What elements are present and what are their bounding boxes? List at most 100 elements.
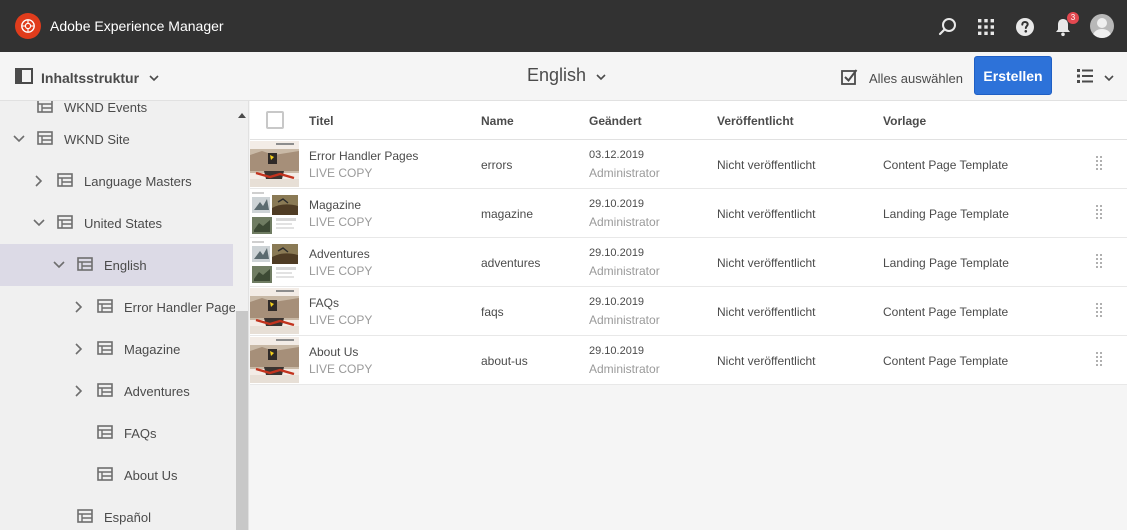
column-header-modified[interactable]: Geändert (589, 114, 642, 128)
chevron-right-icon[interactable] (72, 342, 86, 356)
tree-item-language-masters[interactable]: Language Masters (0, 160, 233, 202)
rail-scrollbar[interactable] (235, 101, 248, 530)
tree-item-español[interactable]: Español (0, 496, 233, 530)
page-thumbnail[interactable] (250, 141, 299, 187)
page-thumbnail[interactable] (250, 190, 299, 236)
row-modified-date: 29.10.2019 (589, 198, 645, 210)
row-modified-by: Administrator (589, 166, 660, 180)
list-view-icon (1076, 68, 1094, 87)
drag-handle-icon[interactable] (1096, 156, 1102, 172)
row-modified-by: Administrator (589, 264, 660, 278)
row-title: About Us (309, 345, 359, 359)
apps-grid-icon[interactable] (975, 16, 997, 38)
action-bar: Inhaltsstruktur English Alles auswählen … (0, 52, 1127, 101)
column-header-published[interactable]: Veröffentlicht (717, 114, 794, 128)
page-thumbnail[interactable] (250, 239, 299, 285)
content-tree-rail: WKND Events WKND Site Language Masters Unit… (0, 101, 249, 530)
page-icon (97, 424, 113, 442)
row-modified-date: 29.10.2019 (589, 345, 645, 357)
app-title[interactable]: Adobe Experience Manager (50, 18, 224, 34)
chevron-right-icon[interactable] (72, 384, 86, 398)
tree-item-error-handler-pages[interactable]: Error Handler Pages (0, 286, 243, 328)
row-modified-date: 29.10.2019 (589, 247, 645, 259)
row-modified-by: Administrator (589, 313, 660, 327)
avatar[interactable] (1090, 14, 1114, 38)
bell-icon[interactable]: 3 (1052, 12, 1079, 38)
table-row[interactable]: About Us LIVE COPY about-us 29.10.2019 Admin… (250, 336, 1127, 385)
page-icon (57, 214, 73, 232)
drag-handle-icon[interactable] (1096, 254, 1102, 270)
scrollbar-thumb[interactable] (236, 311, 248, 530)
row-modified-by: Administrator (589, 215, 660, 229)
row-template: Landing Page Template (883, 256, 1009, 270)
page-icon (97, 466, 113, 484)
view-switcher[interactable] (1076, 68, 1114, 87)
column-header-name[interactable]: Name (481, 114, 514, 128)
page-icon (57, 172, 73, 190)
column-header-title[interactable]: Titel (309, 114, 333, 128)
row-title: FAQs (309, 296, 340, 310)
row-name: faqs (481, 305, 504, 319)
table-header: Titel Name Geändert Veröffentlicht Vorla… (250, 101, 1127, 140)
tree-item-magazine[interactable]: Magazine (0, 328, 233, 370)
drag-handle-icon[interactable] (1096, 205, 1102, 221)
chevron-down-icon[interactable] (52, 258, 66, 272)
row-name: about-us (481, 354, 528, 368)
table-row[interactable]: Magazine LIVE COPY magazine 29.10.2019 Admin… (250, 189, 1127, 238)
aem-logo-icon[interactable] (15, 13, 41, 39)
column-header-template[interactable]: Vorlage (883, 114, 926, 128)
row-modified-date: 29.10.2019 (589, 296, 645, 308)
page-icon (77, 508, 93, 526)
tree-item-label: Adventures (124, 383, 190, 399)
tree-item-faqs[interactable]: FAQs (0, 412, 233, 454)
live-copy-label: LIVE COPY (309, 313, 373, 327)
drag-handle-icon[interactable] (1096, 303, 1102, 319)
table-row[interactable]: Adventures LIVE COPY adventures 29.10.2019 A… (250, 238, 1127, 287)
page-icon (37, 130, 53, 148)
scroll-up-arrow-icon[interactable] (237, 106, 247, 121)
row-publish-status: Nicht veröffentlicht (717, 256, 816, 270)
row-title: Error Handler Pages (309, 149, 419, 163)
help-icon[interactable] (1014, 16, 1036, 38)
tree-item-label: About Us (124, 467, 178, 483)
row-template: Content Page Template (883, 305, 1009, 319)
tree-item-label: United States (84, 215, 163, 231)
chevron-down-icon (596, 65, 606, 86)
page-icon (97, 382, 113, 400)
page-thumbnail[interactable] (250, 337, 299, 383)
tree-item-wknd-site[interactable]: WKND Site (0, 118, 233, 160)
search-icon[interactable] (937, 16, 959, 38)
live-copy-label: LIVE COPY (309, 166, 373, 180)
tree-item-adventures[interactable]: Adventures (0, 370, 233, 412)
chevron-down-icon[interactable] (32, 216, 46, 230)
content-title-dropdown[interactable]: English (527, 65, 606, 86)
tree-item-label: FAQs (124, 425, 157, 441)
page-thumbnail[interactable] (250, 288, 299, 334)
row-name: errors (481, 158, 513, 172)
page-icon (97, 298, 113, 316)
select-all-checkbox-icon (841, 68, 858, 88)
chevron-right-icon[interactable] (72, 300, 86, 314)
rail-toggle-button[interactable]: Inhaltsstruktur (15, 68, 159, 87)
live-copy-label: LIVE COPY (309, 215, 373, 229)
table-row[interactable]: FAQs LIVE COPY faqs 29.10.2019 Administrator… (250, 287, 1127, 336)
chevron-right-icon[interactable] (32, 174, 46, 188)
select-all-button[interactable]: Alles auswählen (841, 68, 963, 88)
tree-item-about-us[interactable]: About Us (0, 454, 233, 496)
tree-item-united-states[interactable]: United States (0, 202, 233, 244)
page-icon (97, 340, 113, 358)
drag-handle-icon[interactable] (1096, 352, 1102, 368)
table-row[interactable]: Error Handler Pages LIVE COPY errors 03.12.… (250, 140, 1127, 189)
select-all-label: Alles auswählen (869, 70, 963, 86)
rail-panel-icon (15, 68, 33, 87)
create-button[interactable]: Erstellen (974, 56, 1052, 95)
tree-item-label: Error Handler Pages (124, 299, 243, 315)
tree-item-label: WKND Site (64, 131, 130, 147)
content-title: English (527, 65, 587, 85)
row-publish-status: Nicht veröffentlicht (717, 305, 816, 319)
tree-item-english[interactable]: English (0, 244, 233, 286)
select-all-rows-checkbox[interactable] (266, 111, 284, 129)
chevron-down-icon[interactable] (12, 132, 26, 146)
row-modified-by: Administrator (589, 362, 660, 376)
row-title: Magazine (309, 198, 362, 212)
